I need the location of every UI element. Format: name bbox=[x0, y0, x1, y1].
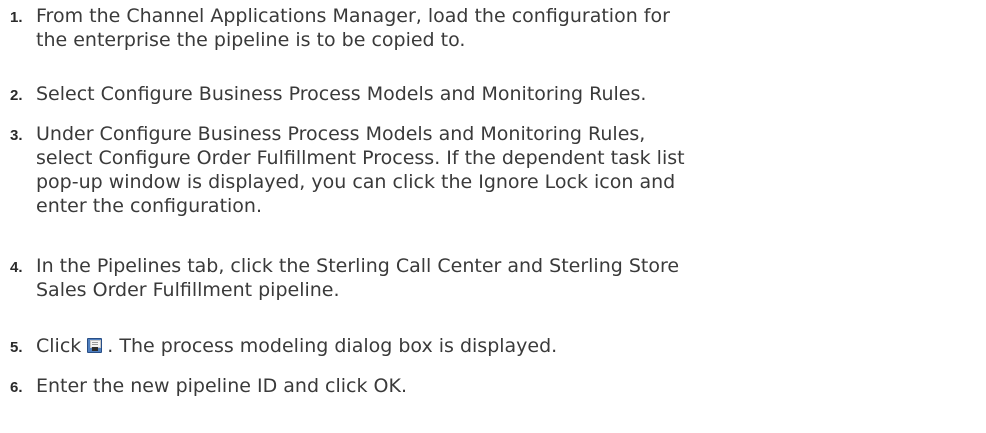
step-text: From the Channel Applications Manager, l… bbox=[36, 4, 976, 52]
step-text-line: Click . The process modeling dialog box i… bbox=[36, 334, 976, 358]
step-text-line: In the Pipelines tab, click the Sterling… bbox=[36, 255, 680, 277]
step-text-line: the enterprise the pipeline is to be cop… bbox=[36, 29, 466, 51]
step-text: Select Configure Business Process Models… bbox=[36, 82, 976, 106]
step-text: Enter the new pipeline ID and click OK. bbox=[36, 374, 976, 398]
step-text-line: Under Configure Business Process Models … bbox=[36, 123, 646, 145]
step-text-line: Sales Order Fulfillment pipeline. bbox=[36, 279, 340, 301]
step-number: 4. bbox=[10, 259, 23, 276]
step-text: Click . The process modeling dialog box i… bbox=[36, 334, 976, 358]
save-icon bbox=[87, 338, 103, 353]
step-text-line: Select Configure Business Process Models… bbox=[36, 83, 647, 105]
step-number: 6. bbox=[10, 379, 23, 396]
step-text-line: pop-up window is displayed, you can clic… bbox=[36, 171, 676, 193]
step-text: Under Configure Business Process Models … bbox=[36, 122, 976, 218]
step-number: 5. bbox=[10, 339, 23, 356]
step-text-after-icon: . The process modeling dialog box is dis… bbox=[107, 335, 558, 357]
step-text-line: Enter the new pipeline ID and click OK. bbox=[36, 375, 407, 397]
step-text-line: select Configure Order Fulfillment Proce… bbox=[36, 147, 685, 169]
step-text: In the Pipelines tab, click the Sterling… bbox=[36, 254, 976, 302]
step-number: 2. bbox=[10, 87, 23, 104]
step-number: 1. bbox=[10, 9, 23, 26]
step-text-line: From the Channel Applications Manager, l… bbox=[36, 5, 670, 27]
step-text-line: enter the configuration. bbox=[36, 195, 263, 217]
step-number: 3. bbox=[10, 127, 23, 144]
click-word: Click bbox=[36, 335, 82, 357]
